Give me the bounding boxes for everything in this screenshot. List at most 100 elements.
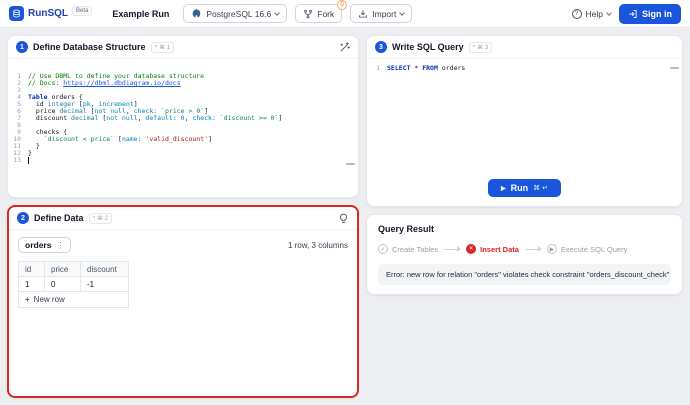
lightbulb-icon[interactable] (338, 213, 349, 224)
format-wand-icon[interactable] (339, 42, 350, 53)
run-label: Run (511, 183, 529, 193)
code-text: discount decimal [not null, default: 0, … (28, 115, 282, 122)
step-execute-sql-query: ▶ Execute SQL Query (547, 244, 627, 254)
code-line: 11 } (8, 143, 358, 150)
panel-title: Define Database Structure (33, 42, 146, 52)
code-line: 12} (8, 150, 358, 157)
step-create-tables: ✓ Create Tables (378, 244, 438, 254)
step-label: Create Tables (392, 245, 438, 254)
runsql-logo[interactable]: RunSQL Beta (9, 6, 92, 21)
code-line: 13 (8, 157, 358, 164)
topbar: RunSQL Beta Example Run PostgreSQL 16.6 … (0, 0, 690, 28)
right-column: 3 Write SQL Query ^ ⌘ 3 1SELECT * FROM o… (366, 35, 683, 398)
postgresql-icon (191, 8, 202, 19)
panel-header: 2 Define Data ^ ⌘ 2 (9, 207, 357, 230)
data-table: idpricediscount 10-1 + New row (18, 261, 129, 308)
table-menu-icon[interactable]: ⋮ (56, 241, 64, 250)
scrollbar-thumb[interactable] (346, 163, 355, 165)
table-foot: + New row (19, 292, 129, 308)
import-button[interactable]: Import (350, 4, 412, 23)
fork-icon (303, 9, 313, 19)
run-title: Example Run (112, 9, 169, 19)
main-content: 1 Define Database Structure ^ ⌘ 1 1// Us… (0, 28, 690, 405)
step-connector-arrow (525, 249, 541, 250)
dbml-code-editor[interactable]: 1// Use DBML to define your database str… (8, 59, 358, 197)
line-number: 13 (8, 157, 28, 164)
database-logo-icon (9, 6, 24, 21)
row-column-summary: 1 row, 3 columns (288, 241, 348, 250)
keyboard-shortcut-badge: ^ ⌘ 3 (469, 42, 493, 53)
orders-table-chip[interactable]: orders ⋮ (18, 237, 71, 253)
fork-button[interactable]: Fork 0 (295, 4, 342, 23)
step-number-badge: 3 (375, 41, 387, 53)
table-cell[interactable]: 1 (19, 277, 45, 292)
run-shortcut: ⌘ ↵ (533, 184, 548, 192)
define-structure-panel: 1 Define Database Structure ^ ⌘ 1 1// Us… (7, 35, 359, 198)
panel-title: Define Data (34, 213, 84, 223)
column-header[interactable]: id (19, 262, 45, 277)
help-button[interactable]: ? Help (572, 9, 611, 19)
code-line: 1SELECT * FROM orders (367, 65, 682, 72)
step-number-badge: 2 (17, 212, 29, 224)
logo-text: RunSQL (28, 8, 68, 19)
sql-code-editor[interactable]: 1SELECT * FROM orders (367, 59, 682, 173)
panel-header: 3 Write SQL Query ^ ⌘ 3 (367, 36, 682, 59)
table-cell[interactable]: 0 (45, 277, 81, 292)
table-head: idpricediscount (19, 262, 129, 277)
run-row: ▶ Run ⌘ ↵ (367, 173, 682, 206)
new-row-row: + New row (19, 292, 129, 308)
new-row-label: New row (34, 295, 65, 304)
play-icon: ▶ (501, 185, 506, 192)
result-title: Query Result (378, 224, 671, 234)
db-version-label: PostgreSQL 16.6 (206, 9, 271, 19)
text-cursor (28, 157, 29, 164)
write-sql-panel: 3 Write SQL Query ^ ⌘ 3 1SELECT * FROM o… (366, 35, 683, 207)
chevron-down-icon (400, 10, 406, 16)
query-result-panel: Query Result ✓ Create Tables × Insert Data ▶… (366, 214, 683, 295)
column-header[interactable]: discount (81, 262, 129, 277)
db-version-select[interactable]: PostgreSQL 16.6 (183, 4, 287, 23)
scrollbar-thumb[interactable] (670, 67, 679, 69)
run-step-icon: ▶ (547, 244, 557, 254)
keyboard-shortcut-badge: ^ ⌘ 2 (89, 213, 113, 224)
chevron-down-icon (274, 10, 280, 16)
code-line: 2// Docs: https://dbml.dbdiagram.io/docs (8, 80, 358, 87)
code-line: 7 discount decimal [not null, default: 0… (8, 115, 358, 122)
error-x-icon: × (466, 244, 476, 254)
help-icon: ? (572, 9, 582, 19)
step-connector-arrow (444, 249, 460, 250)
code-text: `discount < price` [name: 'valid_discoun… (28, 136, 212, 143)
step-label: Insert Data (480, 245, 519, 254)
error-message: Error: new row for relation "orders" vio… (378, 264, 671, 285)
column-header[interactable]: price (45, 262, 81, 277)
keyboard-shortcut-badge: ^ ⌘ 1 (151, 42, 175, 53)
table-cell[interactable]: -1 (81, 277, 129, 292)
help-label: Help (586, 9, 603, 19)
table-name-label: orders (25, 240, 51, 250)
fork-count-badge: 0 (337, 0, 347, 10)
define-data-panel: 2 Define Data ^ ⌘ 2 orders ⋮ 1 row, 3 co… (7, 205, 359, 398)
header-row: idpricediscount (19, 262, 129, 277)
sign-in-button[interactable]: Sign in (619, 4, 681, 24)
sign-in-label: Sign in (642, 9, 672, 19)
plus-icon: + (25, 295, 30, 304)
sign-in-icon (628, 9, 638, 19)
fork-label: Fork (317, 9, 334, 19)
step-label: Execute SQL Query (561, 245, 627, 254)
code-line: 10 `discount < price` [name: 'valid_disc… (8, 136, 358, 143)
code-text: } (28, 150, 32, 157)
panel-title: Write SQL Query (392, 42, 464, 52)
app-root: RunSQL Beta Example Run PostgreSQL 16.6 … (0, 0, 690, 405)
data-toolbar: orders ⋮ 1 row, 3 columns (18, 237, 348, 253)
code-text: SELECT * FROM orders (387, 65, 465, 72)
line-number: 1 (367, 65, 387, 72)
code-text: // Docs: https://dbml.dbdiagram.io/docs (28, 80, 181, 87)
table-row: 10-1 (19, 277, 129, 292)
check-icon: ✓ (378, 244, 388, 254)
step-insert-data: × Insert Data (466, 244, 519, 254)
execution-steps: ✓ Create Tables × Insert Data ▶ Execute SQL Q… (378, 244, 671, 254)
new-row-button[interactable]: + New row (19, 292, 128, 307)
run-button[interactable]: ▶ Run ⌘ ↵ (488, 179, 561, 197)
beta-badge: Beta (72, 6, 92, 16)
new-row-cell: + New row (19, 292, 129, 308)
